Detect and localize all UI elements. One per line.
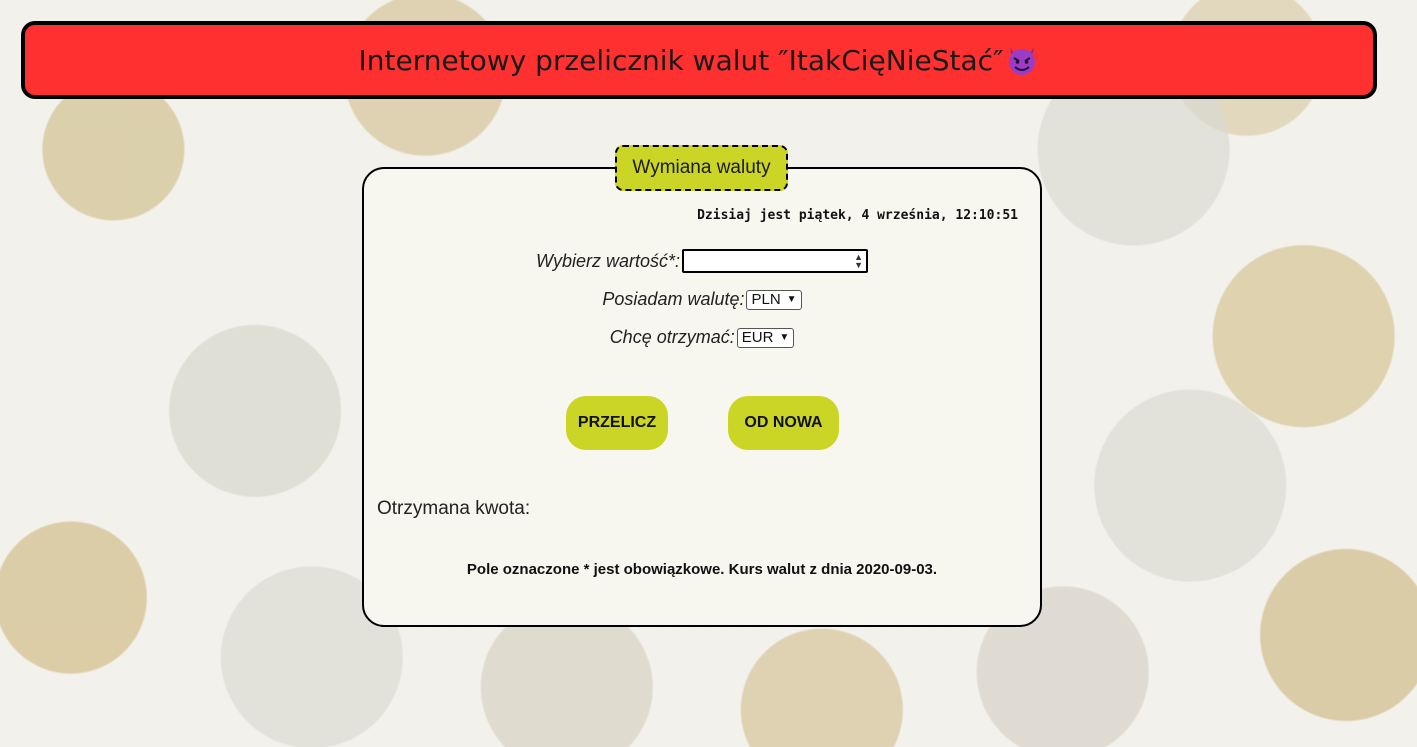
chevron-down-icon: ▼: [786, 294, 797, 305]
amount-input[interactable]: ▲ ▼: [682, 249, 869, 273]
result-label: Otrzymana kwota:: [377, 498, 531, 519]
chevron-down-icon: ▼: [779, 332, 790, 343]
page-title: Internetowy przelicznik walut ″ItakCięNi…: [358, 43, 1004, 77]
exchange-card: Dzisiaj jest piątek, 4 września, 12:10:5…: [362, 167, 1042, 627]
footnote: Pole oznaczone * jest obowiązkowe. Kurs …: [466, 561, 938, 578]
reset-button[interactable]: OD NOWA: [728, 396, 839, 450]
have-currency-label: Posiadam walutę:: [602, 289, 745, 309]
have-currency-row: Posiadam walutę: PLN ▼: [364, 289, 1040, 310]
amount-row: Wybierz wartość*: ▲ ▼: [364, 249, 1040, 273]
want-currency-label: Chcę otrzymać:: [609, 327, 735, 347]
stepper-icon[interactable]: ▲ ▼: [854, 253, 866, 270]
convert-button[interactable]: PRZELICZ: [566, 396, 668, 450]
page-header: Internetowy przelicznik walut ″ItakCięNi…: [21, 21, 1377, 99]
devil-face-icon: [1005, 43, 1039, 77]
amount-label: Wybierz wartość*:: [535, 250, 681, 271]
current-date: Dzisiaj jest piątek, 4 września, 12:10:5…: [697, 208, 1018, 223]
want-currency-select[interactable]: EUR ▼: [736, 327, 795, 348]
card-legend: Wymiana waluty: [615, 145, 788, 191]
have-currency-select[interactable]: PLN ▼: [746, 289, 802, 310]
want-currency-row: Chcę otrzymać: EUR ▼: [364, 327, 1040, 348]
